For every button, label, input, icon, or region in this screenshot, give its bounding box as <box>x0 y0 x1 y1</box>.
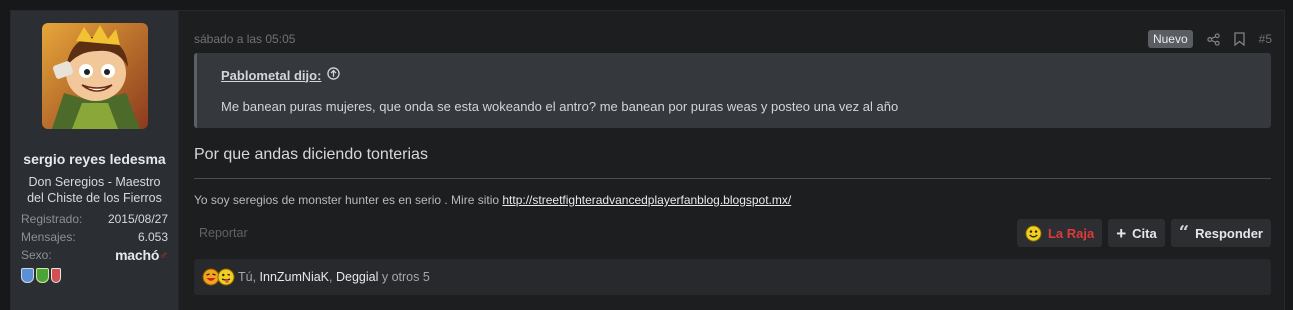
username[interactable]: sergio reyes ledesma <box>21 151 168 168</box>
extra-key: Registrado: <box>21 212 83 226</box>
reactions-prefix: Tú, <box>238 270 260 284</box>
gender-value: machó♂ <box>115 246 168 264</box>
share-icon[interactable] <box>1206 32 1220 46</box>
extra-value: 6.053 <box>137 230 168 244</box>
reactions-sep: , <box>329 270 336 284</box>
post-message: Por que andas diciendo tonterias <box>194 146 428 163</box>
post-date[interactable]: sábado a las 05:05 <box>194 32 295 46</box>
reply-label: Responder <box>1195 225 1263 241</box>
quote-button[interactable]: + Cita <box>1108 219 1165 247</box>
post-main: sábado a las 05:05 Nuevo #5 Pablometal d… <box>179 11 1284 310</box>
extra-messages: Mensajes: 6.053 <box>21 228 168 246</box>
quote-label: Cita <box>1132 225 1157 241</box>
user-badges <box>21 268 168 283</box>
extra-gender: Sexo: machó♂ <box>21 246 168 264</box>
gender-text: machó <box>115 247 160 263</box>
report-link[interactable]: Reportar <box>199 226 248 240</box>
reaction-button[interactable]: La Raja <box>1016 219 1103 247</box>
reaction-label: La Raja <box>1047 225 1095 241</box>
reaction-user[interactable]: Deggial <box>336 270 378 284</box>
user-info-column: sergio reyes ledesma Don Seregios - Maes… <box>11 11 179 310</box>
quote-block: Pablometal dijo: Me banean puras mujeres… <box>194 53 1271 128</box>
post-attribution-right: Nuevo #5 <box>1147 30 1272 48</box>
signature-divider <box>194 178 1271 179</box>
post-container: sergio reyes ledesma Don Seregios - Maes… <box>10 10 1285 310</box>
reactions-bar[interactable]: Tú, InnZumNiaK, Deggial y otros 5 <box>194 259 1271 295</box>
post-number[interactable]: #5 <box>1259 32 1272 46</box>
shield-badge-icon[interactable] <box>51 268 61 283</box>
reaction-user[interactable]: InnZumNiaK <box>260 270 329 284</box>
extra-value: 2015/08/27 <box>107 212 168 226</box>
tongue-emoji-icon <box>217 268 235 286</box>
new-badge: Nuevo <box>1147 30 1193 48</box>
extra-key: Mensajes: <box>21 230 76 244</box>
post-attribution: sábado a las 05:05 Nuevo #5 <box>194 29 1284 49</box>
shield-badge-icon[interactable] <box>21 268 34 283</box>
post-actions: Reportar La Raja + Cita “ Responder <box>194 219 1271 247</box>
signature: Yo soy seregios de monster hunter es en … <box>194 193 1284 207</box>
quote-text: Me banean puras mujeres, que onda se est… <box>221 99 899 114</box>
avatar[interactable] <box>41 23 148 129</box>
arrow-up-circle-icon[interactable] <box>327 67 341 83</box>
user-extras: Registrado: 2015/08/27 Mensajes: 6.053 S… <box>21 210 168 264</box>
reactions-others[interactable]: y otros 5 <box>378 270 430 284</box>
shield-badge-icon[interactable] <box>36 268 49 283</box>
action-buttons: La Raja + Cita “ Responder <box>1016 219 1271 247</box>
plus-icon: + <box>1116 223 1127 243</box>
user-title: Don Seregios - Maestro del Chiste de los… <box>27 175 162 205</box>
quote-header[interactable]: Pablometal dijo: <box>221 67 1247 83</box>
signature-text: Yo soy seregios de monster hunter es en … <box>194 193 503 207</box>
quote-author[interactable]: Pablometal dijo: <box>221 68 321 83</box>
reactions-text: Tú, InnZumNiaK, Deggial y otros 5 <box>238 270 430 284</box>
reaction-icons <box>202 268 235 286</box>
bookmark-icon[interactable] <box>1233 32 1245 46</box>
quote-marks-icon: “ <box>1178 222 1190 243</box>
signature-link[interactable]: http://streetfighteradvancedplayerfanblo… <box>502 193 791 207</box>
male-symbol-icon: ♂ <box>159 248 168 262</box>
extra-key: Sexo: <box>21 248 52 262</box>
reply-button[interactable]: “ Responder <box>1170 219 1271 247</box>
extra-registered: Registrado: 2015/08/27 <box>21 210 168 228</box>
smiley-icon <box>1025 224 1042 242</box>
